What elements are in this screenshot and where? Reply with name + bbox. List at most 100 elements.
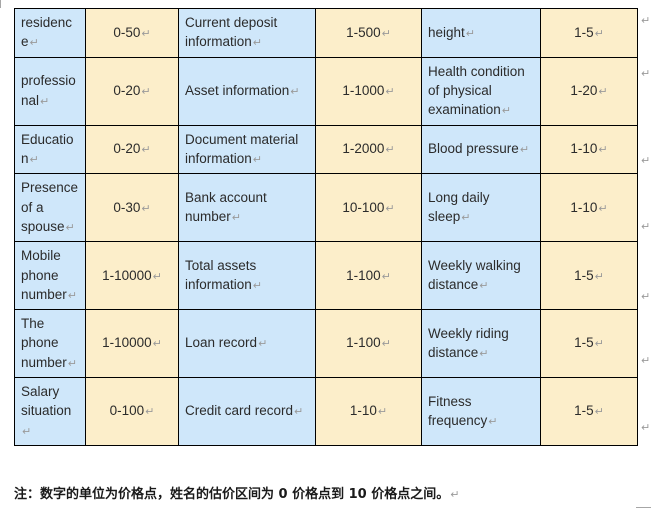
cell-value-credit-card-record[interactable]: 1-10↵ bbox=[315, 377, 422, 447]
table-row[interactable]: Mobile phone number↵ 1-10000↵ Total asse… bbox=[14, 241, 638, 311]
cell-label-weekly-walking-distance[interactable]: Weekly walking distance↵ bbox=[421, 241, 541, 311]
paragraph-mark-icon: ↵ bbox=[252, 37, 263, 50]
cell-label-salary-situation[interactable]: Salary situation ↵ bbox=[14, 377, 86, 447]
cell-text: 1-10000 bbox=[102, 335, 152, 351]
paragraph-mark-icon: ↵ bbox=[519, 144, 530, 157]
cell-value-education[interactable]: 0-20↵ bbox=[85, 124, 179, 175]
cell-value-bank-account-number[interactable]: 10-100↵ bbox=[315, 173, 422, 243]
cell-text: 1-1000 bbox=[342, 82, 385, 98]
paragraph-mark-icon: ↵ bbox=[461, 212, 471, 225]
cell-value-height[interactable]: 1-5↵ bbox=[540, 8, 638, 58]
paragraph-mark-icon: ↵ bbox=[29, 37, 39, 50]
cell-label-current-deposit-information[interactable]: Current deposit information↵ bbox=[178, 8, 316, 58]
table-body: residence↵ 0-50↵ Current deposit informa… bbox=[14, 8, 638, 447]
cell-text: The phone number bbox=[21, 316, 67, 370]
paragraph-mark-icon: ↵ bbox=[598, 85, 608, 98]
cell-value-mobile-phone-number[interactable]: 1-10000↵ bbox=[85, 241, 179, 311]
cell-text: Fitness frequency bbox=[428, 393, 488, 428]
footer-note[interactable]: 注：数字的单位为价格点，姓名的估价区间为 0 价格点到 10 价格点之间。↵ bbox=[14, 483, 639, 502]
paragraph-mark-icon: ↵ bbox=[641, 221, 651, 233]
paragraph-mark-icon: ↵ bbox=[67, 357, 77, 370]
paragraph-mark-icon: ↵ bbox=[22, 425, 32, 438]
cell-text: Education bbox=[21, 131, 74, 166]
cell-value-residence[interactable]: 0-50↵ bbox=[85, 8, 179, 58]
cell-text: 1-10 bbox=[570, 141, 598, 157]
paragraph-mark-icon: ↵ bbox=[385, 85, 395, 98]
cell-text: Total assets information bbox=[185, 257, 257, 293]
paragraph-mark-icon: ↵ bbox=[641, 422, 651, 434]
table-row[interactable]: Education↵ 0-20↵ Document material infor… bbox=[14, 124, 638, 175]
cell-label-loan-record[interactable]: Loan record↵ bbox=[178, 309, 316, 379]
cell-label-professional[interactable]: professional↵ bbox=[14, 56, 86, 126]
cell-value-long-daily-sleep[interactable]: 1-10↵ bbox=[540, 173, 638, 243]
paragraph-mark-icon: ↵ bbox=[385, 144, 395, 157]
cell-text: Asset information bbox=[185, 82, 290, 98]
cell-label-residence[interactable]: residence↵ bbox=[14, 8, 86, 58]
paragraph-mark-icon: ↵ bbox=[231, 212, 241, 225]
cell-label-credit-card-record[interactable]: Credit card record↵ bbox=[178, 377, 316, 447]
cell-text: 1-10 bbox=[570, 199, 598, 215]
cell-text: Long daily sleep bbox=[428, 190, 490, 225]
paragraph-mark-icon: ↵ bbox=[141, 202, 151, 215]
cell-text: 1-500 bbox=[346, 24, 381, 40]
cell-text: Blood pressure bbox=[428, 141, 519, 157]
cell-value-professional[interactable]: 0-20↵ bbox=[85, 56, 179, 126]
paragraph-mark-icon: ↵ bbox=[598, 202, 608, 215]
cell-text: residence bbox=[21, 15, 73, 50]
cell-text: 0-100 bbox=[109, 403, 145, 419]
cell-label-document-material-information[interactable]: Document material information↵ bbox=[178, 124, 316, 175]
cell-value-health-condition-of-physical-examination[interactable]: 1-20↵ bbox=[540, 56, 638, 126]
cell-label-fitness-frequency[interactable]: Fitness frequency↵ bbox=[421, 377, 541, 447]
cell-value-the-phone-number[interactable]: 1-10000↵ bbox=[85, 309, 179, 379]
table-row[interactable]: professional↵ 0-20↵ Asset information↵ 1… bbox=[14, 56, 638, 126]
paragraph-mark-icon: ↵ bbox=[598, 144, 608, 157]
paragraph-mark-icon: ↵ bbox=[152, 270, 162, 283]
cell-text: 1-10 bbox=[349, 403, 377, 419]
cell-value-loan-record[interactable]: 1-100↵ bbox=[315, 309, 422, 379]
paragraph-mark-icon: ↵ bbox=[252, 153, 263, 166]
cell-value-blood-pressure[interactable]: 1-10↵ bbox=[540, 124, 638, 175]
paragraph-mark-icon: ↵ bbox=[479, 280, 489, 293]
cell-value-weekly-walking-distance[interactable]: 1-5↵ bbox=[540, 241, 638, 311]
cell-label-bank-account-number[interactable]: Bank account number↵ bbox=[178, 173, 316, 243]
cell-label-education[interactable]: Education↵ bbox=[14, 124, 86, 175]
page-margin-mark-top-left bbox=[0, 0, 17, 8]
paragraph-mark-icon: ↵ bbox=[29, 153, 39, 166]
attribute-price-table[interactable]: residence↵ 0-50↵ Current deposit informa… bbox=[14, 8, 638, 447]
cell-label-mobile-phone-number[interactable]: Mobile phone number↵ bbox=[14, 241, 86, 311]
cell-value-fitness-frequency[interactable]: 1-5↵ bbox=[540, 377, 638, 447]
paragraph-mark-icon: ↵ bbox=[594, 270, 604, 283]
paragraph-mark-icon: ↵ bbox=[40, 95, 50, 108]
cell-label-the-phone-number[interactable]: The phone number↵ bbox=[14, 309, 86, 379]
cell-value-total-assets-information[interactable]: 1-100↵ bbox=[315, 241, 422, 311]
cell-label-health-condition-of-physical-examination[interactable]: Health condition of physical examination… bbox=[421, 56, 541, 126]
table-row[interactable]: residence↵ 0-50↵ Current deposit informa… bbox=[14, 8, 638, 58]
table-row[interactable]: Salary situation↵ 0-100↵ Credit card rec… bbox=[14, 377, 638, 447]
cell-text: Weekly walking distance bbox=[428, 257, 521, 293]
cell-value-asset-information[interactable]: 1-1000↵ bbox=[315, 56, 422, 126]
table-row[interactable]: Presence of a spouse↵ 0-30↵ Bank account… bbox=[14, 173, 638, 243]
cell-text: Bank account number bbox=[185, 190, 267, 225]
cell-value-document-material-information[interactable]: 1-2000↵ bbox=[315, 124, 422, 175]
paragraph-mark-icon: ↵ bbox=[381, 338, 391, 351]
cell-value-weekly-riding-distance[interactable]: 1-5↵ bbox=[540, 309, 638, 379]
table-row[interactable]: The phone number↵ 1-10000↵ Loan record↵ … bbox=[14, 309, 638, 379]
cell-value-salary-situation[interactable]: 0-100↵ bbox=[85, 377, 179, 447]
cell-label-asset-information[interactable]: Asset information↵ bbox=[178, 56, 316, 126]
cell-label-blood-pressure[interactable]: Blood pressure↵ bbox=[421, 124, 541, 175]
paragraph-mark-icon: ↵ bbox=[141, 144, 151, 157]
cell-text: 0-20 bbox=[113, 82, 141, 98]
paragraph-mark-icon: ↵ bbox=[641, 291, 651, 303]
cell-label-weekly-riding-distance[interactable]: Weekly riding distance↵ bbox=[421, 309, 541, 379]
paragraph-mark-icon: ↵ bbox=[377, 406, 388, 419]
paragraph-mark-icon: ↵ bbox=[594, 406, 604, 419]
cell-value-current-deposit-information[interactable]: 1-500↵ bbox=[315, 8, 422, 58]
cell-value-presence-of-a-spouse[interactable]: 0-30↵ bbox=[85, 173, 179, 243]
paragraph-mark-icon: ↵ bbox=[294, 406, 304, 419]
footer-note-text: 注：数字的单位为价格点，姓名的估价区间为 0 价格点到 10 价格点之间。 bbox=[14, 487, 450, 502]
cell-label-long-daily-sleep[interactable]: Long daily sleep↵ bbox=[421, 173, 541, 243]
cell-label-total-assets-information[interactable]: Total assets information↵ bbox=[178, 241, 316, 311]
cell-label-presence-of-a-spouse[interactable]: Presence of a spouse↵ bbox=[14, 173, 86, 243]
cell-label-height[interactable]: height↵ bbox=[421, 8, 541, 58]
cell-text: Mobile phone number bbox=[21, 248, 67, 302]
